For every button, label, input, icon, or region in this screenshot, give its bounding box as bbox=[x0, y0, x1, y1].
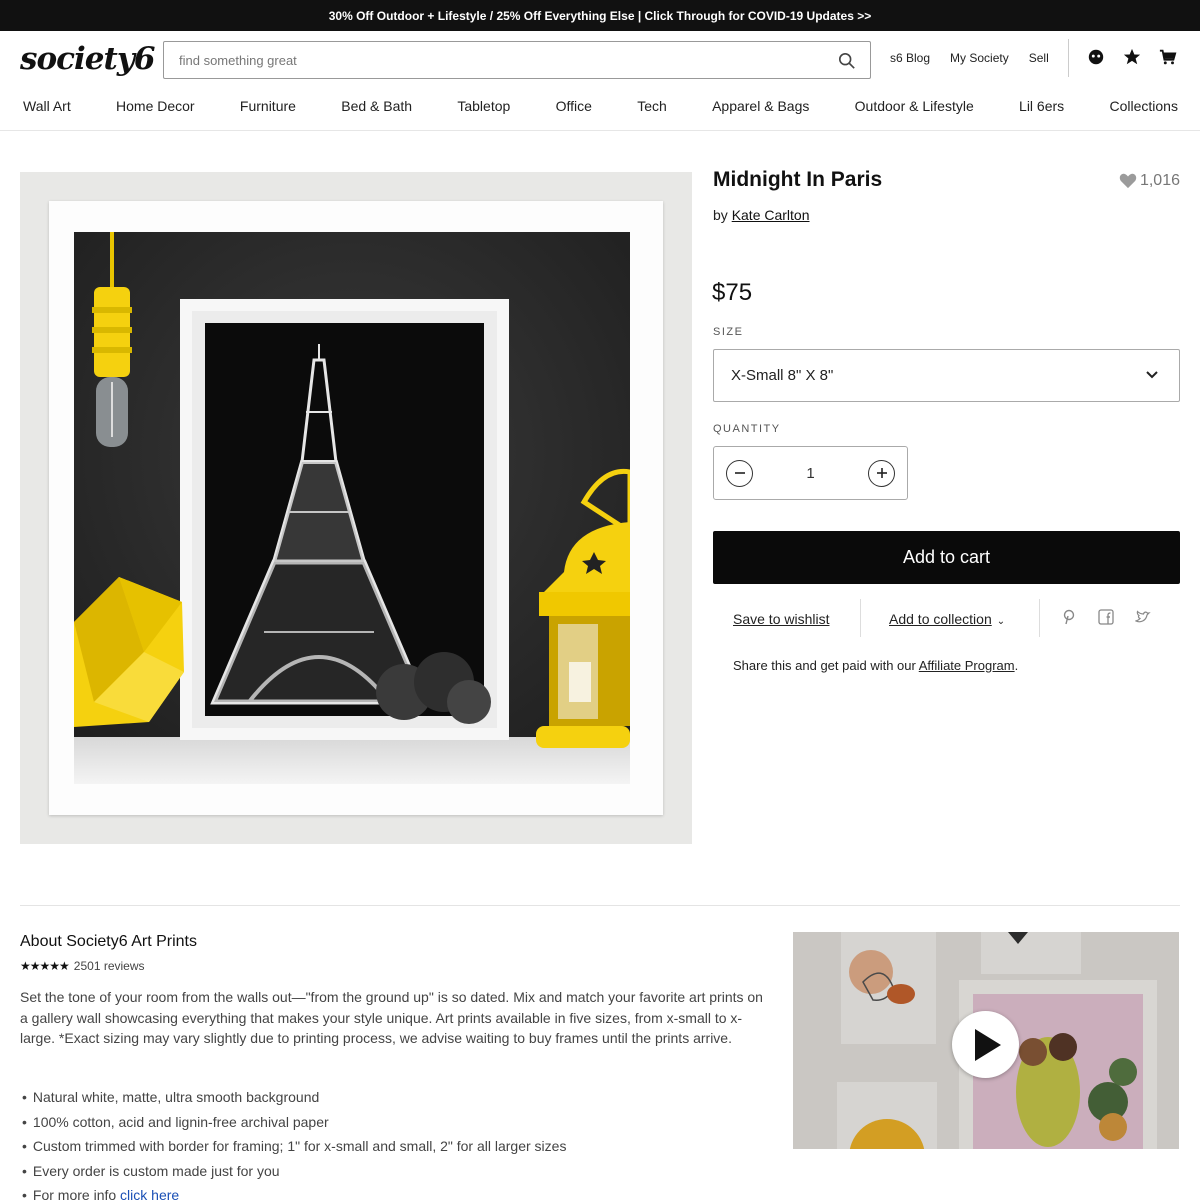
features-list: Natural white, matte, ultra smooth backg… bbox=[22, 1085, 567, 1200]
size-dropdown[interactable]: X-Small 8" X 8" bbox=[713, 349, 1180, 402]
section-divider bbox=[20, 905, 1180, 906]
likes-count: 1,016 bbox=[1139, 172, 1180, 189]
about-title: About Society6 Art Prints bbox=[20, 933, 197, 950]
account-icon[interactable] bbox=[1087, 48, 1105, 66]
actions-divider bbox=[860, 599, 861, 637]
product-price: $75 bbox=[712, 279, 753, 306]
header-icons bbox=[1087, 48, 1177, 66]
affiliate-program-link[interactable]: Affiliate Program bbox=[919, 658, 1015, 673]
art-prints-video[interactable] bbox=[793, 932, 1179, 1149]
pinterest-icon[interactable] bbox=[1061, 609, 1077, 625]
search-icon[interactable] bbox=[838, 52, 856, 70]
nav-lil-6ers[interactable]: Lil 6ers bbox=[1019, 98, 1064, 122]
nav-furniture[interactable]: Furniture bbox=[240, 98, 296, 122]
product-title: Midnight In Paris bbox=[713, 168, 883, 191]
feature-item: 100% cotton, acid and lignin-free archiv… bbox=[22, 1110, 566, 1135]
add-to-collection-label: Add to collection bbox=[889, 611, 992, 627]
product-image[interactable] bbox=[20, 172, 692, 844]
decrease-quantity-button[interactable] bbox=[726, 459, 753, 487]
chevron-down-icon: ⌄ bbox=[996, 616, 1006, 627]
nav-home-decor[interactable]: Home Decor bbox=[116, 98, 195, 122]
feature-item: Every order is custom made just for you bbox=[22, 1159, 566, 1184]
blog-link[interactable]: s6 Blog bbox=[890, 51, 930, 65]
likes-counter[interactable]: 1,016 bbox=[1119, 172, 1180, 190]
search-bar bbox=[163, 41, 871, 79]
byline-prefix: by bbox=[713, 207, 728, 223]
feature-item: Natural white, matte, ultra smooth backg… bbox=[22, 1085, 566, 1110]
nav-wall-art[interactable]: Wall Art bbox=[23, 98, 71, 122]
society6-logo[interactable]: society6 bbox=[20, 41, 155, 77]
quantity-label: QUANTITY bbox=[713, 423, 781, 435]
minus-icon bbox=[734, 472, 745, 474]
search-input[interactable] bbox=[164, 42, 804, 78]
nav-bed-bath[interactable]: Bed & Bath bbox=[341, 98, 412, 122]
promo-text[interactable]: 30% Off Outdoor + Lifestyle / 25% Off Ev… bbox=[329, 9, 871, 23]
promo-banner[interactable]: 30% Off Outdoor + Lifestyle / 25% Off Ev… bbox=[0, 0, 1200, 31]
heart-icon[interactable] bbox=[1119, 173, 1137, 189]
header-divider bbox=[1068, 39, 1069, 77]
nav-outdoor-lifestyle[interactable]: Outdoor & Lifestyle bbox=[855, 98, 974, 122]
art-print-photo bbox=[74, 232, 630, 784]
print-mat bbox=[49, 201, 663, 815]
artist-link[interactable]: Kate Carlton bbox=[732, 207, 810, 223]
affiliate-prefix: Share this and get paid with our bbox=[733, 658, 916, 673]
sell-link[interactable]: Sell bbox=[1029, 51, 1049, 65]
more-info-prefix: For more info bbox=[32, 1187, 117, 1200]
actions-divider bbox=[1039, 599, 1040, 637]
star-icon[interactable] bbox=[1123, 48, 1141, 66]
add-to-cart-button[interactable]: Add to cart bbox=[713, 531, 1180, 584]
quantity-value[interactable]: 1 bbox=[806, 465, 814, 482]
header-links: s6 Blog My Society Sell bbox=[890, 51, 1049, 65]
size-selected-value: X-Small 8" X 8" bbox=[731, 367, 834, 384]
about-description: Set the tone of your room from the walls… bbox=[20, 989, 763, 1046]
affiliate-text: Share this and get paid with our Affilia… bbox=[733, 658, 1018, 673]
nav-office[interactable]: Office bbox=[556, 98, 592, 122]
quantity-stepper: 1 bbox=[713, 446, 908, 500]
nav-apparel-bags[interactable]: Apparel & Bags bbox=[712, 98, 809, 122]
eiffel-tower-scene-illustration bbox=[74, 232, 630, 784]
size-label: SIZE bbox=[713, 326, 744, 338]
nav-tech[interactable]: Tech bbox=[637, 98, 667, 122]
facebook-icon[interactable] bbox=[1098, 609, 1114, 625]
feature-item: Custom trimmed with border for framing; … bbox=[22, 1134, 567, 1159]
my-society-link[interactable]: My Society bbox=[950, 51, 1009, 65]
nav-collections[interactable]: Collections bbox=[1109, 98, 1177, 122]
twitter-icon[interactable] bbox=[1135, 609, 1151, 625]
nav-tabletop[interactable]: Tabletop bbox=[457, 98, 510, 122]
chevron-down-icon bbox=[1146, 371, 1158, 379]
affiliate-suffix: . bbox=[1014, 658, 1019, 673]
cart-icon[interactable] bbox=[1159, 48, 1177, 66]
artist-byline: by Kate Carlton bbox=[713, 207, 810, 223]
site-header: society6 s6 Blog My Society Sell bbox=[0, 31, 1200, 89]
more-info-link[interactable]: click here bbox=[120, 1187, 179, 1200]
category-nav: Wall Art Home Decor Furniture Bed & Bath… bbox=[0, 89, 1200, 131]
play-icon bbox=[974, 1028, 1001, 1061]
product-actions: Save to wishlist Add to collection ⌄ bbox=[713, 599, 1180, 637]
feature-item-more-info: For more info click here bbox=[22, 1183, 566, 1200]
reviews-count[interactable]: 2501 reviews bbox=[74, 959, 145, 973]
increase-quantity-button[interactable] bbox=[868, 459, 895, 487]
add-to-collection-dropdown[interactable]: Add to collection ⌄ bbox=[889, 611, 1005, 627]
rating-summary[interactable]: ★★★★★ 2501 reviews bbox=[20, 959, 145, 973]
play-button[interactable] bbox=[952, 1011, 1019, 1078]
star-rating-icon: ★★★★★ bbox=[20, 959, 70, 973]
save-to-wishlist-link[interactable]: Save to wishlist bbox=[733, 611, 829, 627]
share-icons bbox=[1061, 609, 1151, 625]
plus-icon bbox=[876, 468, 887, 478]
